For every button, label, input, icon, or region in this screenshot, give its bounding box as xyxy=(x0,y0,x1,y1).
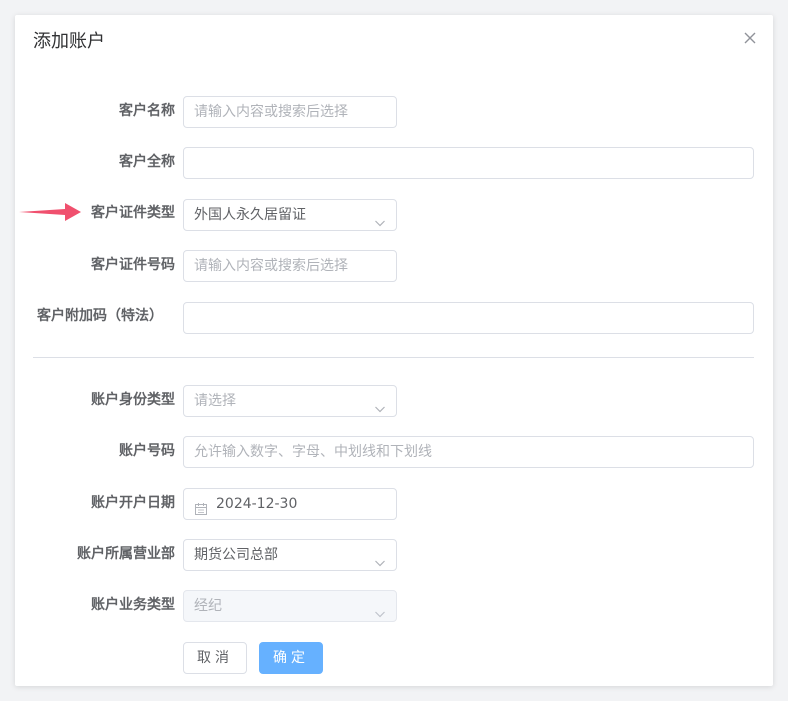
chevron-down-icon xyxy=(374,550,386,570)
chevron-down-icon xyxy=(374,396,386,416)
account-business-type-select: 经纪 xyxy=(183,590,397,622)
account-business-type-value: 经纪 xyxy=(194,598,222,614)
account-open-date-picker[interactable]: 2024-12-30 xyxy=(183,488,397,520)
customer-id-type-label: 客户证件类型 xyxy=(91,205,175,221)
customer-extra-code-label: 客户附加码（特法） xyxy=(37,308,163,324)
close-icon[interactable] xyxy=(741,29,759,47)
account-branch-label: 账户所属营业部 xyxy=(77,546,175,562)
customer-name-input[interactable]: 请输入内容或搜索后选择 xyxy=(183,96,397,128)
customer-name-label: 客户名称 xyxy=(119,103,175,119)
customer-name-placeholder: 请输入内容或搜索后选择 xyxy=(194,104,348,120)
calendar-icon xyxy=(194,497,208,519)
cancel-button[interactable]: 取消 xyxy=(183,642,247,674)
customer-full-name-label: 客户全称 xyxy=(119,154,175,170)
add-account-dialog: 添加账户 客户名称 请输入内容或搜索后选择 客户全称 客户证件类型 外国人永久居… xyxy=(15,15,773,686)
account-identity-type-placeholder: 请选择 xyxy=(194,393,236,409)
account-branch-select[interactable]: 期货公司总部 xyxy=(183,539,397,571)
confirm-button[interactable]: 确定 xyxy=(259,642,323,674)
customer-id-number-input[interactable]: 请输入内容或搜索后选择 xyxy=(183,250,397,282)
section-divider xyxy=(33,357,754,358)
dialog-title: 添加账户 xyxy=(33,31,105,52)
account-number-input[interactable]: 允许输入数字、字母、中划线和下划线 xyxy=(183,436,754,468)
customer-id-number-label: 客户证件号码 xyxy=(91,257,175,273)
customer-extra-code-input[interactable] xyxy=(183,302,754,334)
customer-id-type-value: 外国人永久居留证 xyxy=(194,207,306,223)
customer-id-number-placeholder: 请输入内容或搜索后选择 xyxy=(194,258,348,274)
account-identity-type-label: 账户身份类型 xyxy=(91,392,175,408)
customer-full-name-input[interactable] xyxy=(183,147,754,179)
account-identity-type-select[interactable]: 请选择 xyxy=(183,385,397,417)
account-open-date-value: 2024-12-30 xyxy=(216,496,298,512)
chevron-down-icon xyxy=(374,210,386,230)
customer-id-type-select[interactable]: 外国人永久居留证 xyxy=(183,199,397,231)
account-number-label: 账户号码 xyxy=(119,443,175,459)
account-number-placeholder: 允许输入数字、字母、中划线和下划线 xyxy=(194,444,432,460)
account-branch-value: 期货公司总部 xyxy=(194,547,278,563)
chevron-down-icon xyxy=(374,601,386,621)
account-business-type-label: 账户业务类型 xyxy=(91,597,175,613)
account-open-date-label: 账户开户日期 xyxy=(91,495,175,511)
